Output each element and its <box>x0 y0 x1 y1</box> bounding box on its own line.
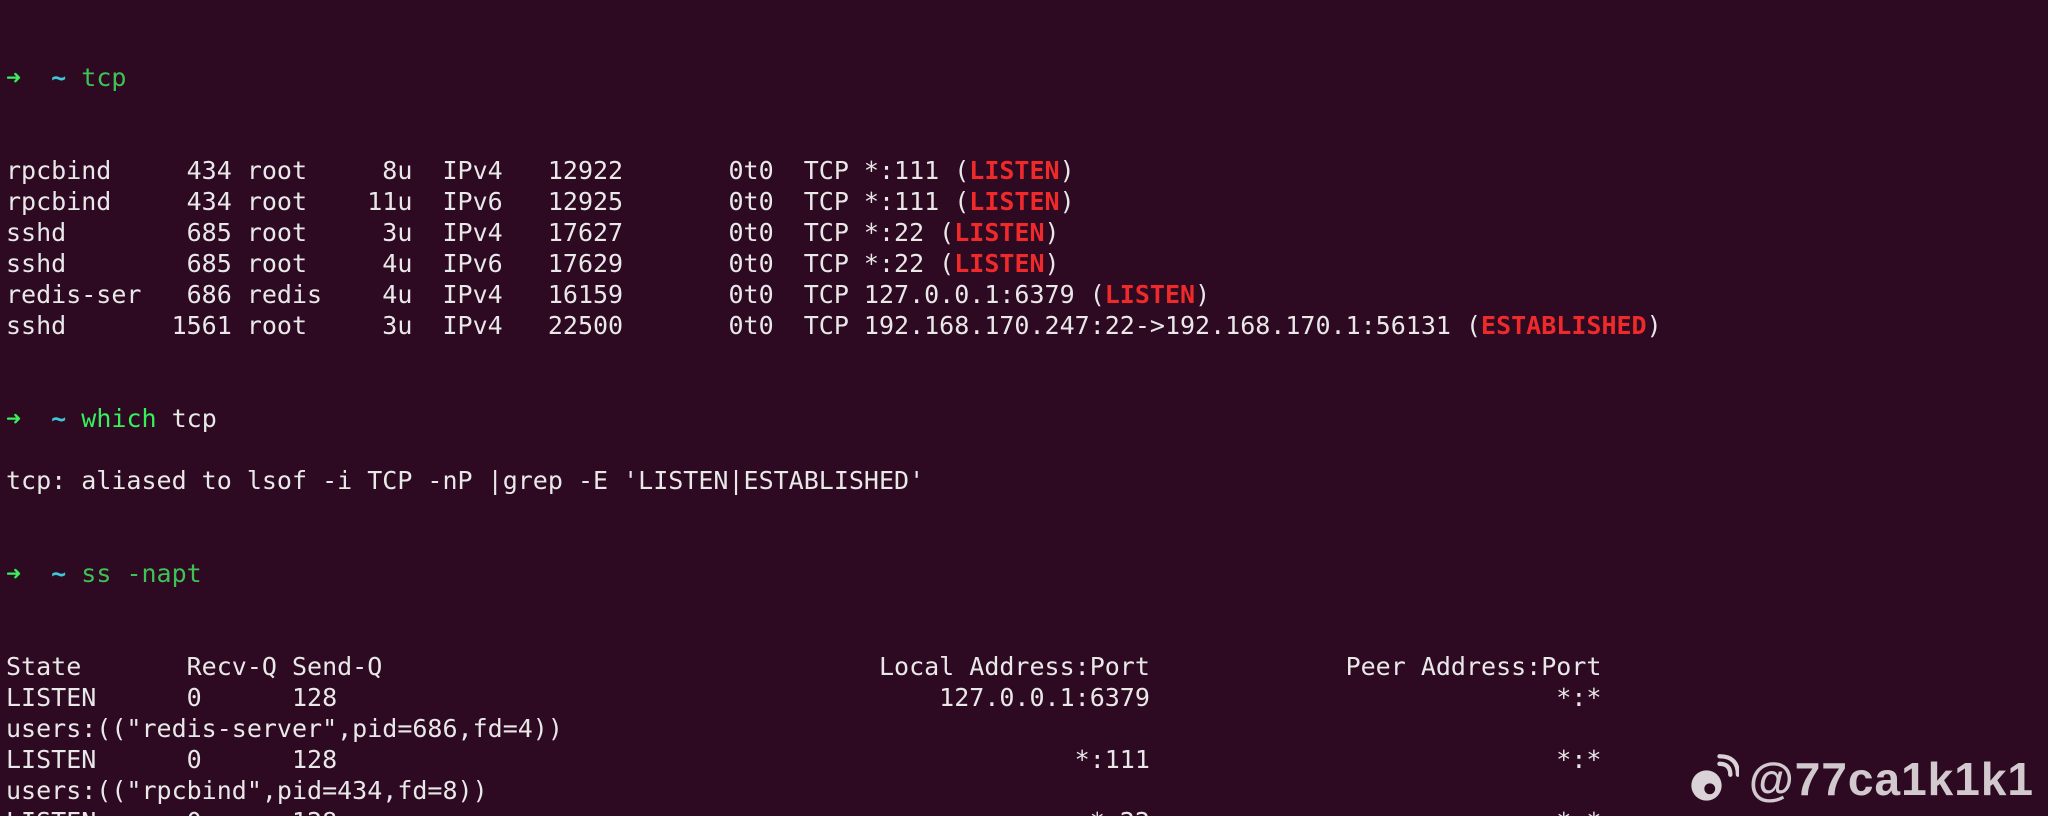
lsof-state: LISTEN <box>969 187 1059 216</box>
prompt-arrow-icon: ➜ <box>6 404 21 433</box>
which-output: tcp: aliased to lsof -i TCP -nP |grep -E… <box>6 465 2042 496</box>
prompt-arrow-icon: ➜ <box>6 559 21 588</box>
command-tcp: tcp <box>81 63 126 92</box>
ss-row: LISTEN 0 128 *:22 *:* <box>6 806 2042 816</box>
prompt-cwd: ~ <box>51 63 66 92</box>
lsof-row: redis-ser 686 redis 4u IPv4 16159 0t0 TC… <box>6 279 2042 310</box>
ss-row: LISTEN 0 128 127.0.0.1:6379 *:* <box>6 682 2042 713</box>
lsof-state: LISTEN <box>1105 280 1195 309</box>
lsof-state: LISTEN <box>954 218 1044 247</box>
prompt-arrow-icon: ➜ <box>6 63 21 92</box>
terminal[interactable]: ➜ ~ tcp rpcbind 434 root 8u IPv4 12922 0… <box>0 0 2048 816</box>
lsof-row: sshd 685 root 3u IPv4 17627 0t0 TCP *:22… <box>6 217 2042 248</box>
lsof-row: sshd 1561 root 3u IPv4 22500 0t0 TCP 192… <box>6 310 2042 341</box>
prompt-cwd: ~ <box>51 404 66 433</box>
command-which-builtin: which <box>81 404 156 433</box>
prompt-line-1: ➜ ~ tcp <box>6 62 2042 93</box>
command-ss: ss -napt <box>81 559 201 588</box>
prompt-cwd: ~ <box>51 559 66 588</box>
command-which-arg: tcp <box>172 404 217 433</box>
lsof-row: rpcbind 434 root 11u IPv6 12925 0t0 TCP … <box>6 186 2042 217</box>
ss-row-users: users:(("redis-server",pid=686,fd=4)) <box>6 713 2042 744</box>
ss-header: State Recv-Q Send-Q Local Address:Port P… <box>6 651 2042 682</box>
lsof-state: ESTABLISHED <box>1481 311 1647 340</box>
lsof-state: LISTEN <box>954 249 1044 278</box>
prompt-line-2: ➜ ~ which tcp <box>6 403 2042 434</box>
ss-row-users: users:(("rpcbind",pid=434,fd=8)) <box>6 775 2042 806</box>
lsof-state: LISTEN <box>969 156 1059 185</box>
prompt-line-3: ➜ ~ ss -napt <box>6 558 2042 589</box>
lsof-row: sshd 685 root 4u IPv6 17629 0t0 TCP *:22… <box>6 248 2042 279</box>
ss-row: LISTEN 0 128 *:111 *:* <box>6 744 2042 775</box>
lsof-row: rpcbind 434 root 8u IPv4 12922 0t0 TCP *… <box>6 155 2042 186</box>
